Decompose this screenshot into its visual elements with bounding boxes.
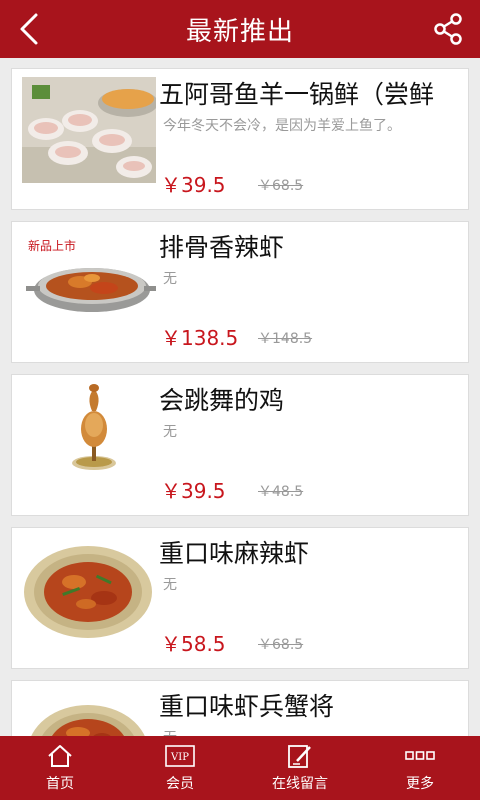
tab-member[interactable]: VIP 会员	[120, 736, 240, 800]
product-card[interactable]: 重口味麻辣虾 无 ￥58.5 ￥68.5	[11, 527, 469, 669]
product-description: 无	[163, 271, 177, 287]
product-image	[22, 689, 156, 736]
tab-label: 更多	[406, 776, 434, 792]
product-original-price: ￥48.5	[258, 484, 304, 500]
product-card[interactable]: 会跳舞的鸡 无 ￥39.5 ￥48.5	[11, 374, 469, 516]
product-description: 无	[163, 424, 177, 440]
product-image	[22, 383, 156, 489]
more-grid-icon	[405, 743, 435, 769]
product-price: ￥39.5	[161, 173, 226, 197]
product-name: 五阿哥鱼羊一锅鲜（尝鲜	[159, 80, 435, 109]
page-title: 最新推出	[185, 16, 294, 47]
home-icon	[45, 743, 75, 769]
vip-icon: VIP	[165, 743, 195, 769]
back-button[interactable]	[0, 0, 60, 58]
product-description: 无	[163, 727, 467, 736]
back-arrow-icon	[20, 13, 38, 45]
product-name: 会跳舞的鸡	[159, 386, 285, 415]
tab-label: 首页	[46, 776, 74, 792]
product-list[interactable]: 五阿哥鱼羊一锅鲜（尝鲜 今年冬天不会冷，是因为羊爱上鱼了。 ￥39.5 ￥68.…	[0, 58, 480, 736]
tab-home[interactable]: 首页	[0, 736, 120, 800]
tab-label: 会员	[166, 776, 194, 792]
product-card[interactable]: 新品上市 排骨香辣虾 无 ￥138.5 ￥148.5	[11, 221, 469, 363]
header-bar: 最新推出	[0, 0, 480, 58]
product-price: ￥138.5	[161, 326, 239, 350]
tab-label: 在线留言	[272, 776, 328, 792]
product-original-price: ￥68.5	[258, 178, 304, 194]
product-description: 今年冬天不会冷，是因为羊爱上鱼了。	[163, 118, 401, 134]
product-name: 排骨香辣虾	[159, 233, 285, 262]
product-card[interactable]: 五阿哥鱼羊一锅鲜（尝鲜 今年冬天不会冷，是因为羊爱上鱼了。 ￥39.5 ￥68.…	[11, 68, 469, 210]
product-card[interactable]: 重口味虾兵蟹将 无	[11, 680, 469, 736]
message-edit-icon	[285, 743, 315, 769]
product-original-price: ￥148.5	[258, 331, 313, 347]
new-product-badge: 新品上市	[28, 238, 76, 253]
tab-online-message[interactable]: 在线留言	[240, 736, 360, 800]
product-name: 重口味虾兵蟹将	[159, 692, 335, 721]
product-image	[22, 77, 156, 183]
product-image	[22, 536, 156, 642]
share-button[interactable]	[416, 0, 480, 58]
product-description: 无	[163, 577, 177, 593]
tab-more[interactable]: 更多	[360, 736, 480, 800]
product-price: ￥39.5	[161, 479, 226, 503]
share-icon	[434, 13, 462, 45]
bottom-tab-bar: 首页 VIP 会员 在线留言 更多	[0, 736, 480, 800]
product-name: 重口味麻辣虾	[159, 539, 310, 568]
product-original-price: ￥68.5	[258, 637, 304, 653]
product-price: ￥58.5	[161, 632, 226, 656]
svg-text:VIP: VIP	[170, 752, 189, 763]
product-image: 新品上市	[22, 230, 156, 336]
